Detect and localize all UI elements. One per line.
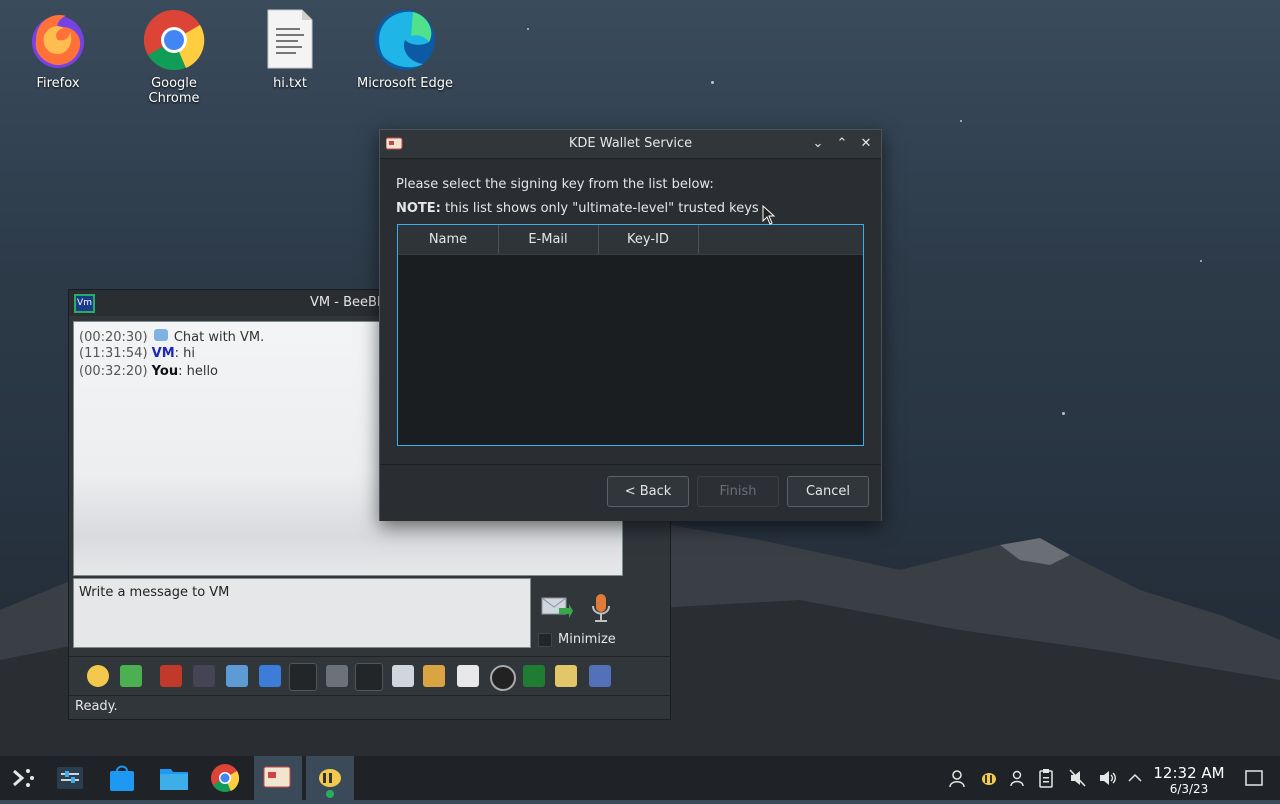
system-settings-icon[interactable] [55, 763, 85, 793]
column-header-name[interactable]: Name [398, 225, 499, 254]
taskbar: 12:32 AM 6/3/23 [0, 756, 1280, 800]
status-bar: Ready. [75, 699, 118, 714]
column-header-email[interactable]: E-Mail [498, 225, 599, 254]
settings-gear-icon[interactable] [259, 665, 281, 687]
chat-toolbar [69, 656, 670, 696]
minimize-checkbox[interactable]: Minimize [538, 632, 616, 647]
users-status-icon[interactable] [1009, 768, 1027, 788]
checkbox[interactable] [538, 632, 552, 647]
message-time: (00:32:20) [79, 364, 148, 379]
maximize-window-button[interactable]: ⌃ [833, 135, 851, 153]
close-window-button[interactable]: ✕ [857, 135, 875, 153]
minimize-label: Minimize [558, 632, 616, 647]
send-message-icon[interactable] [541, 594, 573, 622]
dialog-titlebar[interactable]: KDE Wallet Service ⌄ ⌃ ✕ [380, 130, 881, 159]
star [960, 120, 962, 122]
kde-wallet-taskbar-icon[interactable] [254, 756, 302, 800]
mouse-cursor-icon [762, 204, 776, 229]
terminal-icon[interactable] [523, 665, 545, 687]
edge-icon [373, 6, 437, 70]
text-format-icon[interactable] [160, 665, 182, 687]
cancel-button[interactable]: Cancel [787, 476, 869, 507]
message-text: : hello [178, 364, 219, 379]
clock-time: 12:32 AM [1153, 764, 1225, 782]
spellcheck-icon[interactable] [289, 663, 317, 691]
message-time: (00:20:30) [79, 330, 148, 345]
clock[interactable]: 12:32 AM 6/3/23 [1150, 764, 1228, 796]
desktop-icon-label: Microsoft Edge [356, 76, 453, 91]
beebeep-taskbar-icon[interactable] [306, 756, 354, 800]
filter-icon[interactable] [226, 665, 248, 687]
discover-store-icon[interactable] [107, 763, 137, 793]
desktop-icon-hi-txt[interactable]: hi.txt [240, 6, 340, 91]
dialog-footer: < Back Finish Cancel [380, 464, 881, 521]
user-icon[interactable] [948, 768, 966, 788]
code-icon[interactable] [457, 665, 479, 687]
show-desktop-icon[interactable] [1245, 768, 1263, 788]
text-color-icon[interactable] [193, 665, 215, 687]
clipboard-icon[interactable] [1037, 768, 1055, 788]
message-sender: VM [151, 346, 175, 361]
desktop-icon-label: hi.txt [273, 76, 307, 91]
desktop-icon-microsoft-edge[interactable]: Microsoft Edge [355, 6, 455, 91]
firefox-icon [26, 6, 90, 70]
chrome-taskbar-icon[interactable] [210, 763, 240, 793]
send-file-icon[interactable] [392, 665, 414, 687]
star [527, 28, 529, 30]
desktop-icon-firefox[interactable]: Firefox [8, 6, 108, 91]
star [1200, 260, 1202, 262]
back-button[interactable]: < Back [607, 476, 689, 507]
finish-button[interactable]: Finish [697, 476, 779, 507]
kde-wallet-dialog: KDE Wallet Service ⌄ ⌃ ✕ Please select t… [379, 129, 882, 521]
star [711, 81, 714, 84]
chat-message: (11:31:54) VM: hi [79, 346, 195, 361]
desktop-icon-google-chrome[interactable]: Google Chrome [124, 6, 224, 106]
message-sender: You [151, 364, 179, 379]
microphone-muted-icon[interactable] [1068, 768, 1086, 788]
chat-bubble-icon [153, 329, 168, 341]
beebeep-tray-icon[interactable] [980, 768, 998, 788]
text-file-icon [258, 6, 322, 70]
minimize-window-button[interactable]: ⌄ [809, 135, 827, 153]
column-header-key-id[interactable]: Key-ID [598, 225, 699, 254]
message-time: (11:31:54) [79, 346, 148, 361]
dialog-title: KDE Wallet Service [568, 136, 693, 151]
desktop-icon-label: Google Chrome [148, 76, 200, 106]
save-icon[interactable] [589, 665, 611, 687]
emoticon-icon[interactable] [87, 665, 109, 687]
message-text: : hi [174, 346, 196, 361]
send-folder-icon[interactable] [423, 665, 445, 687]
mail-icon[interactable] [120, 665, 142, 687]
clock-date: 6/3/23 [1169, 782, 1209, 796]
star [1062, 412, 1065, 415]
message-text: Chat with VM. [173, 330, 265, 345]
signing-key-list[interactable]: Name E-Mail Key-ID [397, 224, 864, 446]
chat-window-title: VM - BeeBE [310, 295, 386, 310]
chrome-icon [142, 6, 206, 71]
font-icon[interactable] [326, 665, 348, 687]
key-list-header: Name E-Mail Key-ID [398, 225, 863, 255]
expand-tray-icon[interactable] [1126, 768, 1144, 788]
desktop-icon-label: Firefox [36, 76, 80, 91]
note-text: NOTE: this list shows only "ultimate-lev… [396, 201, 759, 216]
chat-message: (00:32:20) You: hello [79, 364, 218, 379]
instruction-text: Please select the signing key from the l… [396, 177, 714, 192]
file-manager-icon[interactable] [159, 763, 189, 793]
microphone-icon[interactable] [589, 592, 613, 624]
screenshot-icon[interactable] [490, 665, 516, 691]
notes-icon[interactable] [555, 665, 577, 687]
note-body: this list shows only "ultimate-level" tr… [440, 201, 759, 216]
volume-icon[interactable] [1098, 768, 1116, 788]
app-launcher-icon[interactable] [8, 763, 38, 793]
chat-message: (00:20:30) Chat with VM. [79, 329, 264, 345]
message-input[interactable]: Write a message to VM [73, 578, 531, 648]
vm-logo-icon: Vm [74, 294, 95, 313]
document-icon[interactable] [355, 663, 383, 691]
note-prefix: NOTE: [396, 201, 441, 216]
